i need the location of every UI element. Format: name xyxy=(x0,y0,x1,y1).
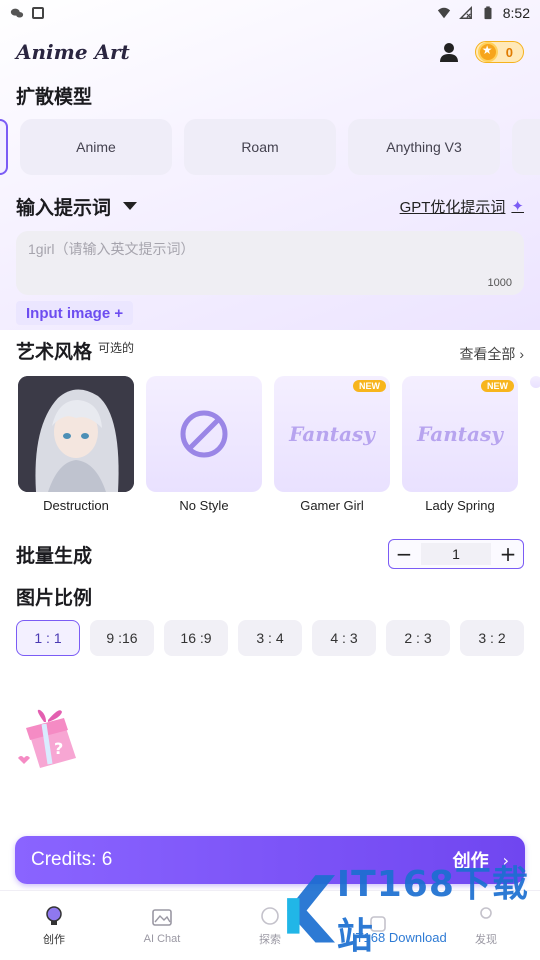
wifi-icon xyxy=(437,7,450,19)
nav-label: 创作 xyxy=(43,933,65,946)
prompt-char-limit: 1000 xyxy=(487,277,512,289)
ratio-9-16[interactable]: 9 :16 xyxy=(90,620,154,656)
art-style-list: Destruction No Style Fantasy NEW Gamer G… xyxy=(0,376,540,513)
mystery-gift-icon[interactable]: ? xyxy=(16,706,84,774)
coin-balance-button[interactable]: 0 xyxy=(474,41,524,63)
nav-ai-chat[interactable]: AI Chat xyxy=(122,907,202,945)
new-badge: NEW xyxy=(353,380,386,392)
nav-label: 发现 xyxy=(475,933,497,946)
bottom-navigation: 创作 AI Chat 探索 发现 xyxy=(0,890,540,960)
works-icon xyxy=(370,915,386,932)
art-style-title: 艺术风格 xyxy=(16,341,93,363)
chevron-right-icon: › xyxy=(502,850,509,870)
model-list: Anime Roam Anything V3 xyxy=(0,119,540,175)
style-thumb-next xyxy=(530,376,540,388)
create-label: 创作 xyxy=(452,851,489,872)
app-title: Anime Art xyxy=(16,40,130,64)
sparkle-icon: ✦ xyxy=(511,198,524,215)
discover-icon xyxy=(480,906,492,919)
prompt-title-dropdown[interactable]: 输入提示词 xyxy=(16,193,138,220)
style-item-destruction[interactable]: Destruction xyxy=(18,376,134,513)
model-card-anything-v3[interactable]: Anything V3 xyxy=(348,119,500,175)
app-header: Anime Art 0 xyxy=(0,26,540,78)
nav-create[interactable]: 创作 xyxy=(14,905,94,947)
nav-discover[interactable]: 发现 xyxy=(446,905,526,947)
style-label: Gamer Girl xyxy=(300,498,364,513)
increment-button[interactable]: + xyxy=(499,544,517,564)
ratio-list: 1 : 1 9 :16 16 :9 3 : 4 4 : 3 2 : 3 3 : … xyxy=(0,620,540,656)
style-label: No Style xyxy=(179,498,229,513)
gpt-optimize-link[interactable]: GPT优化提示词 ✦ xyxy=(400,196,524,217)
batch-count[interactable]: 1 xyxy=(421,543,491,565)
style-item-gamer-girl[interactable]: Fantasy NEW Gamer Girl xyxy=(274,376,390,513)
fantasy-thumb-text: Fantasy xyxy=(417,422,503,446)
style-thumb-gamer-girl: Fantasy NEW xyxy=(274,376,390,492)
gpt-optimize-label: GPT优化提示词 xyxy=(399,198,506,216)
nav-works[interactable] xyxy=(338,913,418,939)
models-title: 扩散模型 xyxy=(16,86,93,108)
decrement-button[interactable]: − xyxy=(395,544,413,564)
credits-label: Credits: 6 xyxy=(31,849,113,870)
style-label: Destruction xyxy=(43,498,109,513)
style-thumb-no-style xyxy=(146,376,262,492)
style-label: Lady Spring xyxy=(425,498,495,513)
coin-count: 0 xyxy=(505,44,513,60)
style-thumb-destruction xyxy=(18,376,134,492)
ratio-4-3[interactable]: 4 : 3 xyxy=(312,620,376,656)
batch-stepper: − 1 + xyxy=(388,539,524,569)
model-card-selected[interactable] xyxy=(0,119,8,175)
svg-text:?: ? xyxy=(54,739,63,758)
ratio-1-1[interactable]: 1 : 1 xyxy=(16,620,80,656)
prompt-placeholder: 1girl（请输入英文提示词） xyxy=(28,241,195,257)
ratio-title: 图片比例 xyxy=(16,587,93,609)
status-bar: 8:52 xyxy=(0,0,540,26)
image-gallery-icon xyxy=(152,908,172,926)
style-item-no-style[interactable]: No Style xyxy=(146,376,262,513)
wechat-icon xyxy=(10,8,24,18)
fantasy-thumb-text: Fantasy xyxy=(289,422,375,446)
style-thumb-lady-spring: Fantasy NEW xyxy=(402,376,518,492)
model-card-next[interactable] xyxy=(512,119,540,175)
nav-label: AI Chat xyxy=(143,932,181,945)
app-notification-icon xyxy=(32,7,44,19)
ratio-3-4[interactable]: 3 : 4 xyxy=(238,620,302,656)
style-item-next[interactable] xyxy=(530,376,540,513)
explore-icon xyxy=(261,906,279,925)
model-card-roam[interactable]: Roam xyxy=(184,119,336,175)
style-item-lady-spring[interactable]: Fantasy NEW Lady Spring xyxy=(402,376,518,513)
nav-explore[interactable]: 探索 xyxy=(230,905,310,947)
coin-icon xyxy=(477,42,498,62)
batch-title: 批量生成 xyxy=(16,544,93,567)
prompt-title: 输入提示词 xyxy=(16,196,112,219)
view-all-link[interactable]: 查看全部 › xyxy=(459,344,524,364)
no-style-icon xyxy=(180,410,228,458)
ratio-3-2[interactable]: 3 : 2 xyxy=(460,620,524,656)
create-button[interactable]: 创作 › xyxy=(453,847,509,873)
prompt-input[interactable]: 1girl（请输入英文提示词） 1000 xyxy=(16,231,524,295)
lightbulb-icon xyxy=(46,905,62,925)
ratio-2-3[interactable]: 2 : 3 xyxy=(386,620,450,656)
credits-create-bar[interactable]: Credits: 6 创作 › xyxy=(15,836,525,884)
ratio-16-9[interactable]: 16 :9 xyxy=(164,620,228,656)
model-card-anime[interactable]: Anime xyxy=(20,119,172,175)
battery-icon xyxy=(484,6,492,20)
nav-label: 探索 xyxy=(259,933,281,946)
signal-off-icon xyxy=(458,6,472,19)
input-image-button[interactable]: Input image + xyxy=(16,301,134,325)
anime-girl-image xyxy=(18,376,134,492)
new-badge: NEW xyxy=(481,380,514,392)
status-time: 8:52 xyxy=(502,5,530,21)
dropdown-caret-icon xyxy=(123,202,138,210)
art-style-optional: 可选的 xyxy=(98,341,135,355)
user-profile-icon[interactable] xyxy=(437,40,461,64)
